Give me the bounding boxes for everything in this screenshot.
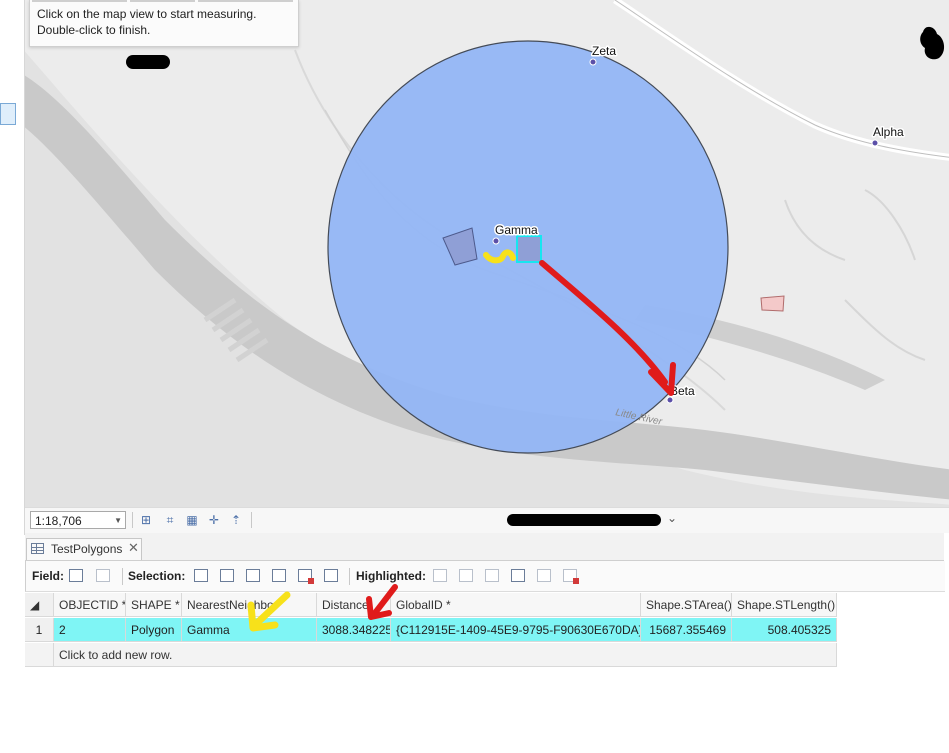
attribute-table-pane: TestPolygons ✕ Field: Selection: Highlig… — [25, 533, 945, 753]
measure-tooltip-line1: Click on the map view to start measuring… — [37, 7, 257, 21]
annotation-red-arrow-table — [372, 584, 398, 616]
measure-grid-icon[interactable]: ⌗ — [163, 513, 177, 527]
map-view[interactable]: Zeta Alpha Gamma Beta Little River — [25, 0, 949, 507]
status-separator — [251, 512, 252, 528]
label-gamma: Gamma — [495, 223, 538, 237]
scale-value: 1:18,706 — [35, 514, 82, 528]
point-alpha[interactable] — [871, 139, 879, 147]
left-panel-strip — [0, 0, 25, 535]
scale-combobox[interactable]: 1:18,706 ▼ — [30, 511, 126, 529]
tooltip-top-border-2 — [130, 0, 195, 2]
label-zeta: Zeta — [592, 44, 616, 58]
north-arrow-icon[interactable]: ⇡ — [229, 513, 243, 527]
redacted-coordinates — [507, 514, 661, 526]
test-polygon-east[interactable] — [760, 295, 785, 312]
map-canvas[interactable]: Zeta Alpha Gamma Beta Little River — [25, 0, 949, 507]
status-separator — [132, 512, 133, 528]
table-annotations — [247, 584, 398, 632]
table-grid-icon[interactable]: ▦ — [185, 513, 199, 527]
snapping-icon[interactable]: ✛ — [207, 513, 221, 527]
point-zeta[interactable] — [589, 58, 597, 66]
tooltip-top-border-3 — [198, 0, 293, 2]
test-polygon-selected[interactable] — [516, 235, 542, 263]
left-panel-selected-item[interactable] — [0, 103, 16, 125]
redaction-blob-topright — [920, 26, 945, 60]
measure-tooltip-line2: Double-click to finish. — [37, 23, 151, 37]
coordinate-format-chevron-icon[interactable]: ⌄ — [667, 511, 677, 525]
redaction-mark — [126, 55, 170, 69]
add-grid-icon[interactable]: ⊞ — [139, 513, 153, 527]
label-alpha: Alpha — [873, 125, 904, 139]
chevron-down-icon[interactable]: ▼ — [114, 512, 122, 530]
measure-tooltip: Click on the map view to start measuring… — [29, 0, 299, 47]
parcel-lines — [784, 189, 926, 361]
annotation-yellow-arrow — [253, 591, 291, 627]
point-gamma[interactable] — [492, 237, 500, 245]
tooltip-top-border-1 — [32, 0, 127, 2]
map-status-bar: 1:18,706 ▼ ⊞ ⌗ ▦ ✛ ⇡ ⌄ — [25, 507, 949, 533]
